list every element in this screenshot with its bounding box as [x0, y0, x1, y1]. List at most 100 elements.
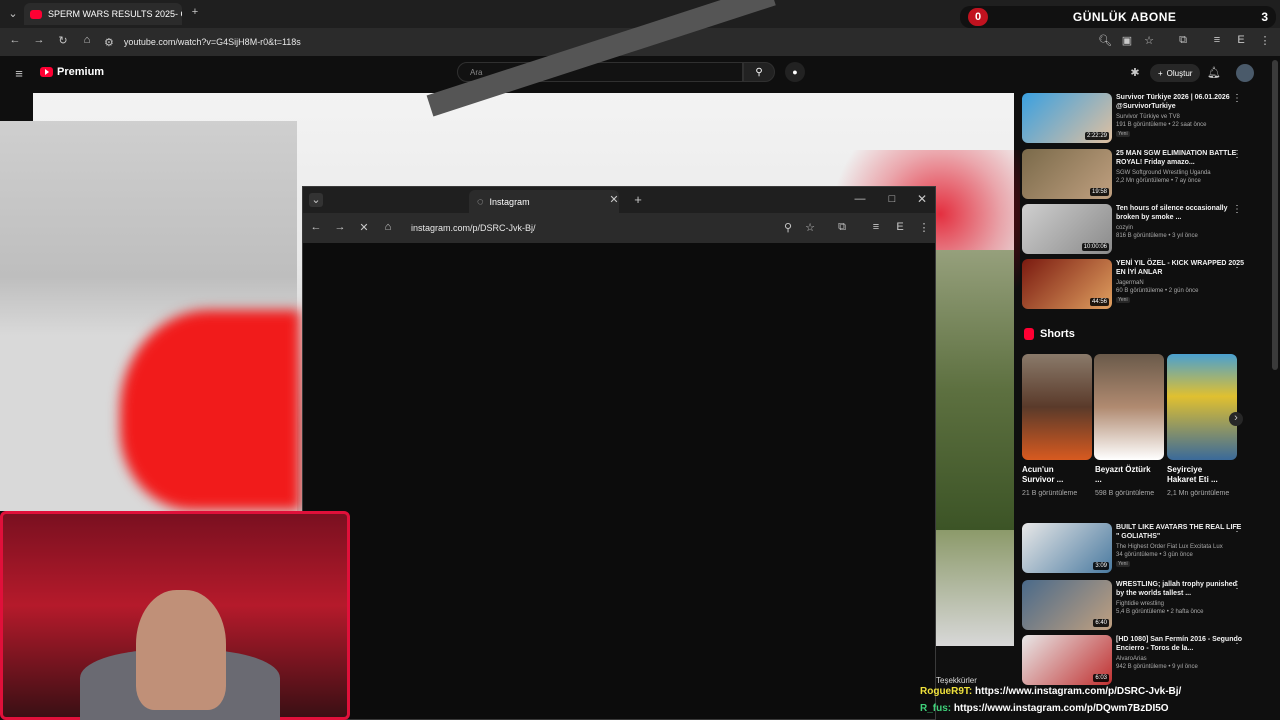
- recommendation-card[interactable]: 10:00:06 Ten hours of silence occasionall…: [1022, 204, 1262, 258]
- home-icon[interactable]: ⌂: [80, 34, 94, 46]
- short-card[interactable]: [1094, 354, 1164, 460]
- zoom-icon[interactable]: 🔍︎: [1098, 34, 1112, 47]
- voice-search-button[interactable]: ●: [785, 62, 805, 82]
- duration-badge: 3:09: [1093, 562, 1109, 570]
- youtube-logo[interactable]: Premium: [40, 66, 104, 78]
- channel-name[interactable]: SGW Softground Wrestling Uganda: [1116, 169, 1246, 177]
- maximize-icon[interactable]: □: [885, 193, 899, 205]
- channel-name[interactable]: JagermaN: [1116, 279, 1246, 287]
- channel-name[interactable]: Survivor Türkiye ve TV8: [1116, 113, 1246, 121]
- recommendation-card[interactable]: 6:40 WRESTLING; jallah trophy punished by…: [1022, 580, 1262, 634]
- abone-widget: 0 GÜNLÜK ABONE 3: [960, 6, 1276, 28]
- popup-url-text: instagram.com/p/DSRC-Jvk-Bj/: [411, 223, 536, 233]
- video-meta: 816 B görüntüleme • 3 yıl önce: [1116, 233, 1198, 239]
- window-close-icon[interactable]: ✕: [915, 192, 929, 206]
- video-title[interactable]: BUILT LIKE AVATARS THE REAL LIFE " GOLIA…: [1116, 523, 1244, 541]
- more-options-icon[interactable]: ⋮: [1232, 93, 1242, 104]
- new-badge: Yeni: [1116, 131, 1130, 137]
- video-thumbnail[interactable]: 19:58: [1022, 149, 1112, 199]
- channel-name[interactable]: The Highest Order Fiat Lux Excitata Lux: [1116, 543, 1246, 551]
- popup-new-tab-icon[interactable]: +: [631, 192, 645, 207]
- short-views: 2,1 Mn görüntüleme: [1167, 490, 1230, 497]
- cast-icon[interactable]: ▣: [1120, 34, 1134, 47]
- popup-tab-list-icon[interactable]: ⌄: [309, 193, 323, 207]
- create-button[interactable]: + Oluştur: [1150, 64, 1201, 82]
- short-title[interactable]: Seyirciye Hakaret Eti ...: [1167, 465, 1227, 485]
- plus-icon: +: [1158, 68, 1163, 78]
- shorts-icon: [1024, 328, 1034, 340]
- more-options-icon[interactable]: ⋮: [1232, 204, 1242, 215]
- back-arrow-icon[interactable]: ←: [8, 34, 22, 46]
- new-tab-plus-icon[interactable]: +: [188, 6, 202, 18]
- browser-tab-youtube[interactable]: SPERM WARS RESULTS 2025- C ✕: [24, 3, 182, 25]
- short-card[interactable]: [1167, 354, 1237, 460]
- chat-text: https://www.instagram.com/p/DSRC-Jvk-Bj/: [975, 686, 1182, 697]
- page-scrollbar[interactable]: [1272, 60, 1278, 370]
- video-title[interactable]: WRESTLING; jallah trophy punished by the…: [1116, 580, 1244, 598]
- recommendation-card[interactable]: 44:56 YENİ YIL ÖZEL - KICK WRAPPED 2025 E…: [1022, 259, 1262, 313]
- popup-tab-instagram[interactable]: ◌ Instagram: [469, 190, 619, 213]
- chat-user: R_fus:: [920, 703, 952, 714]
- popup-forward-icon[interactable]: →: [333, 221, 347, 233]
- video-title[interactable]: YENİ YIL ÖZEL - KICK WRAPPED 2025 EN İYİ…: [1116, 259, 1244, 277]
- recommendation-card[interactable]: 6:03 [HD 1080] San Fermín 2016 - Segundo …: [1022, 635, 1262, 689]
- more-options-icon[interactable]: ⋮: [1232, 580, 1242, 591]
- video-meta: 942 B görüntüleme • 9 yıl önce: [1116, 664, 1198, 670]
- video-title[interactable]: 25 MAN SGW ELIMINATION BATTLE ROYAL! Fri…: [1116, 149, 1244, 167]
- popup-menu-icon[interactable]: ⋮: [917, 221, 931, 234]
- popup-profile-icon[interactable]: E: [893, 221, 907, 233]
- reload-icon[interactable]: ↻: [56, 34, 70, 47]
- tab-list-chevron-icon[interactable]: ⌄: [6, 7, 20, 20]
- short-title[interactable]: Acun'un Survivor ...: [1022, 465, 1082, 485]
- short-title[interactable]: Beyazıt Öztürk ...: [1095, 465, 1155, 485]
- video-thumbnail[interactable]: 6:03: [1022, 635, 1112, 685]
- more-options-icon[interactable]: ⋮: [1232, 635, 1242, 646]
- video-thumbnail[interactable]: 44:56: [1022, 259, 1112, 309]
- more-options-icon[interactable]: ⋮: [1232, 259, 1242, 270]
- media-controls-icon[interactable]: ≡: [1210, 34, 1224, 46]
- recommendation-card[interactable]: 19:58 25 MAN SGW ELIMINATION BATTLE ROYAL…: [1022, 149, 1262, 203]
- url-field[interactable]: ⚙ youtube.com/watch?v=G4SijH8M-r0&t=118s: [104, 32, 1004, 52]
- more-options-icon[interactable]: ⋮: [1232, 523, 1242, 534]
- account-avatar[interactable]: [1236, 64, 1254, 82]
- video-meta: 34 görüntüleme • 3 gün önce: [1116, 552, 1193, 558]
- bookmark-star-icon[interactable]: ☆: [1142, 34, 1156, 47]
- site-info-icon[interactable]: ⚙: [104, 36, 114, 49]
- popup-media-icon[interactable]: ≡: [869, 221, 883, 233]
- video-title[interactable]: [HD 1080] San Fermín 2016 - Segundo Enci…: [1116, 635, 1244, 653]
- channel-name[interactable]: cozyin: [1116, 224, 1246, 232]
- channel-name[interactable]: Fightidie wrestling: [1116, 600, 1246, 608]
- search-button[interactable]: ⚲: [743, 62, 775, 82]
- instagram-popup-window[interactable]: ⌄ ◌ Instagram ✕ + — □ ✕ ← → ✕ ⌂ instagra…: [302, 186, 936, 720]
- popup-back-icon[interactable]: ←: [309, 221, 323, 233]
- shorts-next-chevron-icon[interactable]: ›: [1229, 412, 1243, 426]
- browser-menu-icon[interactable]: ⋮: [1258, 34, 1272, 47]
- video-thumbnail[interactable]: 6:40: [1022, 580, 1112, 630]
- extensions-icon[interactable]: ⧉: [1176, 34, 1190, 47]
- short-card[interactable]: [1022, 354, 1092, 460]
- notifications-gear-icon[interactable]: ✱: [1128, 66, 1142, 79]
- hamburger-menu-icon[interactable]: ≡: [12, 66, 26, 81]
- video-thumbnail[interactable]: 10:00:06: [1022, 204, 1112, 254]
- more-options-icon[interactable]: ⋮: [1232, 149, 1242, 160]
- popup-tab-close-icon[interactable]: ✕: [607, 193, 621, 206]
- recommendation-card[interactable]: 2:22:29 Survivor Türkiye 2026 | 06.01.202…: [1022, 93, 1262, 147]
- minimize-icon[interactable]: —: [853, 193, 867, 205]
- video-title[interactable]: Survivor Türkiye 2026 | 06.01.2026 @Surv…: [1116, 93, 1244, 111]
- popup-stop-loading-icon[interactable]: ✕: [357, 221, 371, 234]
- video-frame-field: [936, 530, 1014, 646]
- video-thumbnail[interactable]: 2:22:29: [1022, 93, 1112, 143]
- recommendation-card[interactable]: 3:09 BUILT LIKE AVATARS THE REAL LIFE " G…: [1022, 523, 1262, 577]
- forward-arrow-icon[interactable]: →: [32, 34, 46, 46]
- popup-url-field[interactable]: instagram.com/p/DSRC-Jvk-Bj/: [411, 220, 771, 236]
- channel-name[interactable]: AlvaroArias: [1116, 655, 1246, 663]
- popup-extensions-icon[interactable]: ⧉: [835, 221, 849, 234]
- popup-home-icon[interactable]: ⌂: [381, 221, 395, 233]
- youtube-favicon-icon: [30, 9, 42, 19]
- popup-zoom-icon[interactable]: ⚲: [781, 221, 795, 234]
- video-thumbnail[interactable]: 3:09: [1022, 523, 1112, 573]
- popup-bookmark-icon[interactable]: ☆: [803, 221, 817, 234]
- video-title[interactable]: Ten hours of silence occasionally broken…: [1116, 204, 1244, 222]
- profile-avatar-icon[interactable]: E: [1234, 34, 1248, 46]
- bell-icon[interactable]: 🔔︎: [1207, 66, 1221, 79]
